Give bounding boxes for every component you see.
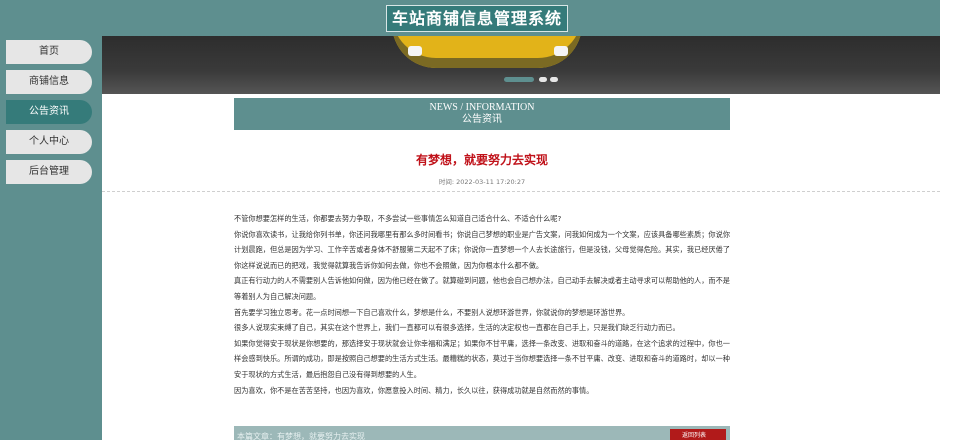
section-title-en: NEWS / INFORMATION — [429, 102, 535, 113]
article-title: 有梦想，就要努力去实现 — [415, 153, 548, 167]
divider — [102, 191, 940, 192]
article-paragraph: 你说你喜欢读书，让我给你列书单，你还问我哪里有那么多时间看书；你说自己梦想的职业… — [234, 229, 730, 270]
article-paragraph: 很多人说现实束缚了自己，其实在这个世界上，我们一直都可以有很多选择，生活的决定权… — [234, 323, 680, 333]
banner-carousel[interactable] — [102, 36, 940, 94]
carousel-dot[interactable] — [550, 77, 558, 82]
banner-car-headlight — [408, 46, 422, 56]
app-title: 车站商铺信息管理系统 — [386, 5, 568, 32]
article-time: 时间: 2022-03-11 17:20:27 — [438, 178, 526, 186]
banner-car-headlight — [554, 46, 568, 56]
current-article-label: 本篇文章：有梦想，就要努力去实现 — [237, 432, 365, 440]
back-to-list-label: 返回列表 — [682, 432, 707, 439]
article-paragraph: 如果你觉得安于现状是你想要的，那选择安于现状就会让你幸福和满足；如果你不甘平庸，… — [234, 338, 730, 379]
sidebar-item-admin[interactable]: 后台管理 — [6, 160, 92, 184]
sidebar-item-shops[interactable]: 商铺信息 — [6, 70, 92, 94]
section-title-cn: 公告资讯 — [462, 114, 502, 125]
sidebar-item-home[interactable]: 首页 — [6, 40, 92, 64]
back-to-list-button[interactable]: 返回列表 — [670, 429, 726, 440]
article-footer-bar: 本篇文章：有梦想，就要努力去实现 返回列表 — [234, 426, 730, 440]
sidebar-nav: 首页 商铺信息 公告资讯 个人中心 后台管理 — [6, 40, 92, 190]
article-paragraph: 因为喜欢，你不是在苦苦坚持，也因为喜欢，你愿意投入时间、精力，长久以往，获得成功… — [234, 385, 594, 395]
article-paragraph: 不管你想要怎样的生活，你都要去努力争取，不多尝试一些事情怎么知道自己适合什么、不… — [234, 214, 562, 223]
carousel-dot[interactable] — [504, 77, 534, 82]
article-body: 不管你想要怎样的生活，你都要去努力争取，不多尝试一些事情怎么知道自己适合什么、不… — [234, 211, 730, 398]
article-paragraph: 真正有行动力的人不需要别人告诉他如何做，因为他已经在做了。就算碰到问题，他也会自… — [234, 276, 730, 301]
section-header: NEWS / INFORMATION 公告资讯 — [234, 98, 730, 130]
carousel-dot[interactable] — [539, 77, 547, 82]
sidebar-item-announcements[interactable]: 公告资讯 — [6, 100, 92, 124]
article-paragraph: 首先要学习独立思考。花一点时间想一下自己喜欢什么，梦想是什么，不要别人说想环游世… — [234, 307, 630, 317]
window-edge — [940, 0, 955, 440]
sidebar-item-profile[interactable]: 个人中心 — [6, 130, 92, 154]
